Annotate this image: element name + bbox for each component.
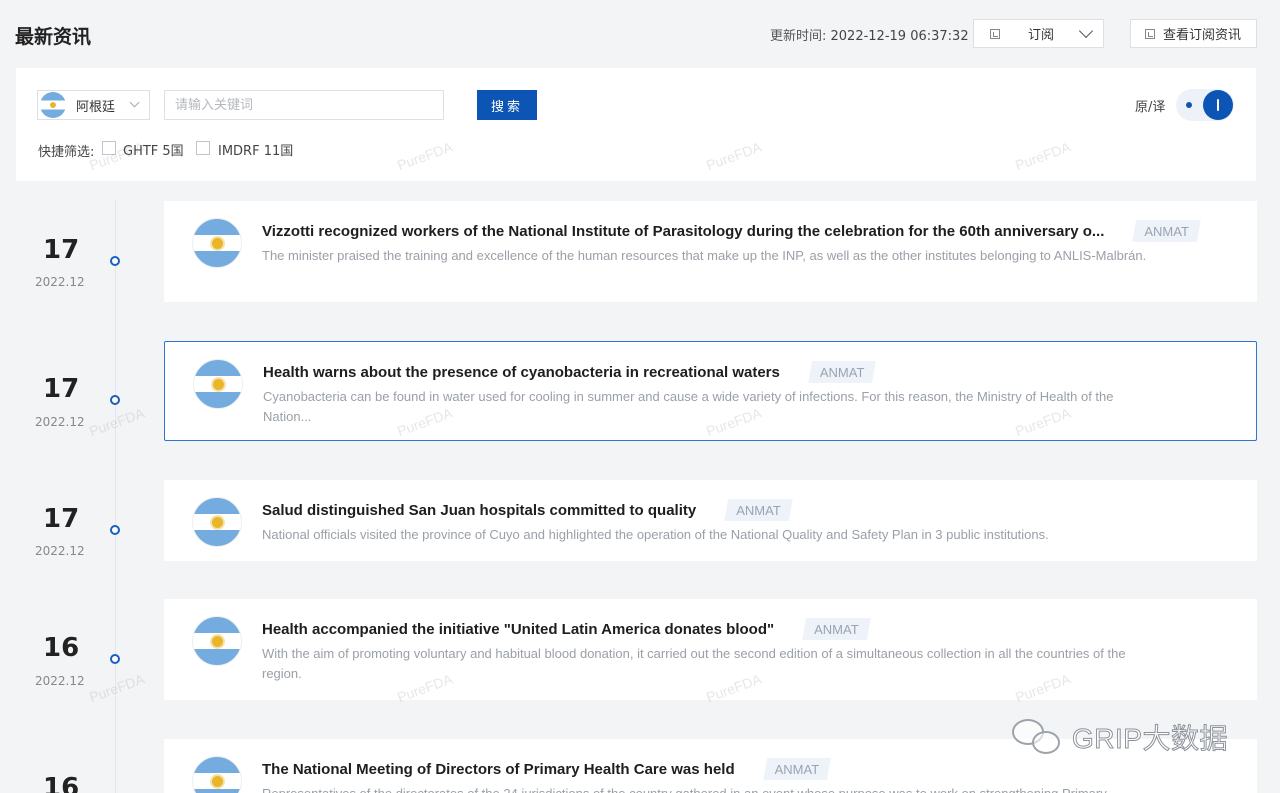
news-title[interactable]: Salud distinguished San Juan hospitals c…: [262, 502, 696, 519]
watermark: PureFDA: [87, 670, 147, 706]
imdrf-label: IMDRF 11国: [218, 144, 294, 159]
news-card[interactable]: Health accompanied the initiative "Unite…: [164, 599, 1257, 700]
keyword-input[interactable]: [164, 90, 444, 120]
news-month: 2022.12: [35, 415, 85, 429]
argentina-flag-icon: [192, 616, 242, 666]
subscribe-select[interactable]: 订阅: [973, 19, 1104, 48]
timeline-node: [110, 654, 120, 664]
source-tag: ANMAT: [805, 361, 879, 383]
news-title[interactable]: Vizzotti recognized workers of the Natio…: [262, 223, 1104, 240]
source-tag: ANMAT: [760, 758, 834, 780]
toggle-knob: [1203, 90, 1233, 120]
toggle-dot: [1186, 102, 1192, 108]
brand-logo: GRIP大数据: [1012, 717, 1228, 757]
news-title[interactable]: Health warns about the presence of cyano…: [263, 364, 780, 381]
news-title-row: Salud distinguished San Juan hospitals c…: [262, 499, 795, 521]
news-month: 2022.12: [35, 674, 85, 688]
news-title-row: The National Meeting of Directors of Pri…: [262, 758, 834, 780]
timeline-node: [110, 395, 120, 405]
news-month: 2022.12: [35, 275, 85, 289]
news-card[interactable]: Health warns about the presence of cyano…: [164, 341, 1257, 441]
argentina-flag-icon: [193, 359, 243, 409]
view-subscription-icon: [1145, 28, 1155, 39]
news-title-row: Health accompanied the initiative "Unite…: [262, 618, 873, 640]
chevron-down-icon: [129, 97, 140, 108]
news-title[interactable]: The National Meeting of Directors of Pri…: [262, 761, 735, 778]
source-tag: ANMAT: [722, 499, 795, 521]
wechat-icon: [1012, 717, 1064, 757]
news-month: 2022.12: [35, 544, 85, 558]
subscribe-label: 订阅: [1028, 28, 1055, 43]
country-label: 阿根廷: [76, 99, 116, 115]
update-time: 更新时间: 2022-12-19 06:37:32: [770, 25, 969, 44]
chevron-down-icon: [1078, 23, 1094, 39]
news-day: 17: [43, 235, 80, 265]
news-day: 16: [43, 773, 80, 793]
news-description: The minister praised the training and ex…: [262, 248, 1147, 263]
news-day: 17: [43, 374, 80, 404]
news-title-row: Health warns about the presence of cyano…: [263, 361, 879, 383]
imdrf-checkbox[interactable]: [196, 141, 210, 155]
argentina-flag-icon: [192, 218, 242, 268]
ghtf-checkbox[interactable]: [102, 141, 116, 155]
update-time-label: 更新时间:: [770, 29, 831, 44]
source-tag: ANMAT: [800, 618, 873, 640]
news-description: With the aim of promoting voluntary and …: [262, 646, 1126, 681]
argentina-flag-icon: [192, 497, 242, 547]
quick-filter-label: 快捷筛选:: [38, 145, 95, 160]
news-description: Cyanobacteria can be found in water used…: [263, 389, 1114, 424]
argentina-flag-icon: [40, 92, 66, 118]
news-title[interactable]: Health accompanied the initiative "Unite…: [262, 621, 774, 638]
brand-text: GRIP大数据: [1072, 723, 1228, 755]
page-title: 最新资讯: [15, 26, 92, 48]
news-description: National officials visited the province …: [262, 527, 1049, 542]
original-translation-label: 原/译: [1135, 100, 1166, 115]
news-day: 17: [43, 504, 80, 534]
source-tag: ANMAT: [1130, 220, 1203, 242]
filter-panel: 阿根廷 搜索 快捷筛选: GHTF 5国 IMDRF 11国 原/译: [16, 68, 1256, 181]
ghtf-label: GHTF 5国: [123, 144, 184, 159]
view-subscription-label: 查看订阅资讯: [1163, 28, 1242, 43]
country-select[interactable]: 阿根廷: [37, 90, 150, 120]
argentina-flag-icon: [192, 756, 242, 793]
view-subscription-button[interactable]: 查看订阅资讯: [1130, 19, 1257, 48]
timeline-node: [110, 256, 120, 266]
news-day: 16: [43, 633, 80, 663]
update-time-value: 2022-12-19 06:37:32: [830, 29, 969, 44]
news-card[interactable]: Salud distinguished San Juan hospitals c…: [164, 480, 1257, 561]
watermark: PureFDA: [87, 404, 147, 440]
search-button[interactable]: 搜索: [477, 90, 537, 120]
subscribe-icon: [990, 28, 1000, 39]
translation-toggle[interactable]: [1176, 89, 1234, 121]
timeline-node: [110, 525, 120, 535]
news-title-row: Vizzotti recognized workers of the Natio…: [262, 220, 1203, 242]
news-description: Representatives of the directorates of t…: [262, 784, 1162, 793]
timeline-line: [115, 200, 116, 793]
news-card[interactable]: Vizzotti recognized workers of the Natio…: [164, 201, 1257, 302]
